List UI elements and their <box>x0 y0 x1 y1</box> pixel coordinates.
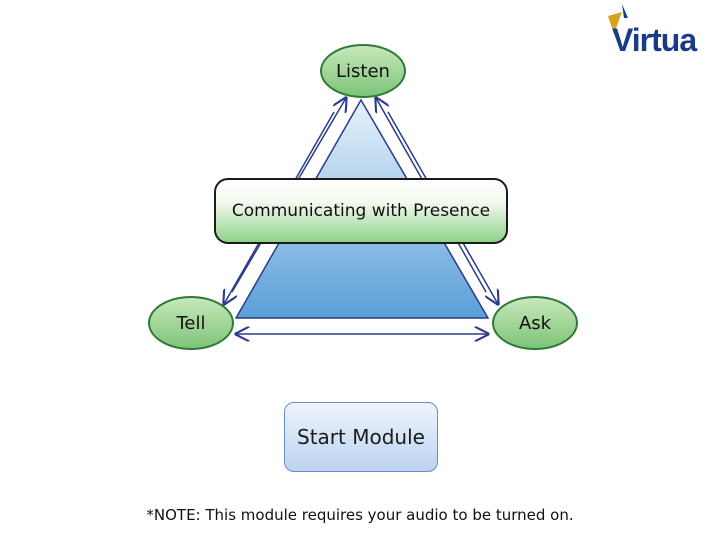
node-listen: Listen <box>320 44 406 98</box>
node-tell: Tell <box>148 296 234 350</box>
center-label: Communicating with Presence <box>214 178 508 244</box>
start-module-button[interactable]: Start Module <box>284 402 438 472</box>
audio-note: *NOTE: This module requires your audio t… <box>146 506 574 524</box>
node-ask: Ask <box>492 296 578 350</box>
